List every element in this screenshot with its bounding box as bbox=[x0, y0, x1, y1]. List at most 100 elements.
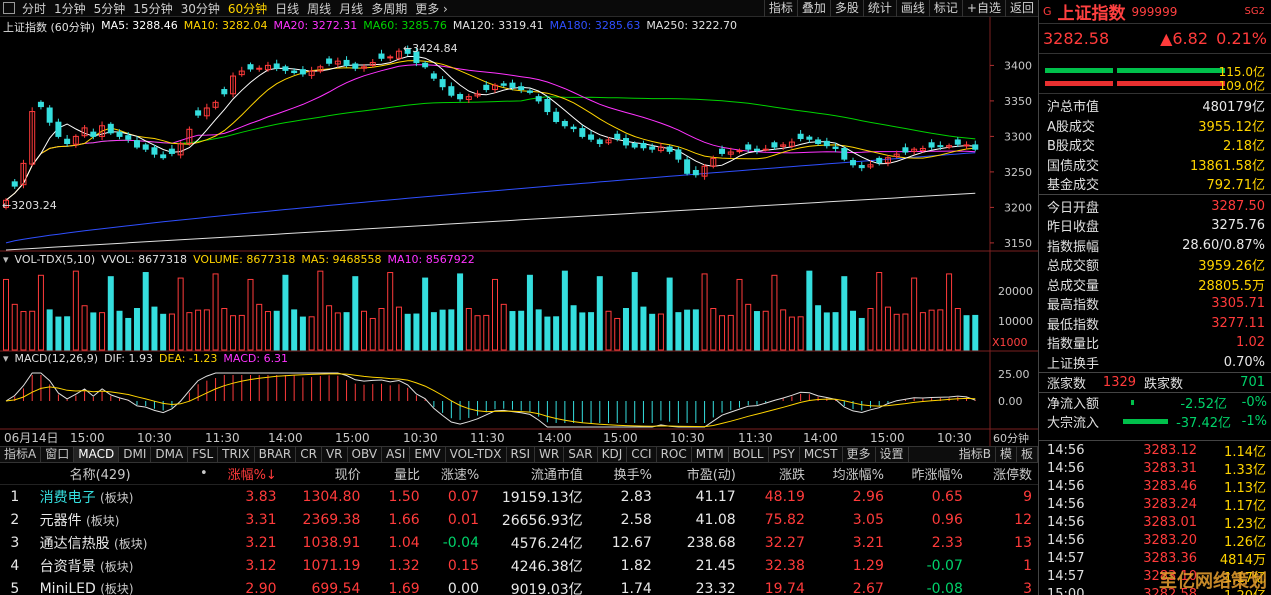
volume-bar bbox=[457, 273, 464, 351]
col-name[interactable]: 名称(429) bbox=[30, 464, 198, 483]
toolbar-button[interactable]: 多股 bbox=[829, 0, 863, 17]
period-tab[interactable]: 日线 bbox=[271, 0, 303, 17]
indicator-tabs: 指标A 窗口 MACD DMI DMA FSL TRIX BRAR CR VR OBV ASI EMV V… bbox=[0, 446, 1038, 463]
candlestick-chart[interactable]: 3400 3350 3300 3250 3200 3150 ←3424.84 ←3203.24… bbox=[0, 17, 1038, 447]
toolbar-button[interactable]: 叠加 bbox=[796, 0, 830, 17]
sector-name[interactable]: 通达信热股 bbox=[40, 536, 110, 552]
sector-name[interactable]: MiniLED bbox=[40, 581, 96, 595]
chart-area[interactable]: 上证指数 (60分钟) MA5: 3288.46 MA10: 3282.04 MA2… bbox=[0, 17, 1038, 447]
indicator-tab[interactable]: VR bbox=[322, 447, 348, 462]
volume-bar bbox=[753, 311, 760, 351]
period-tab[interactable]: 分时 bbox=[18, 0, 50, 17]
col-turnover[interactable]: 换手% bbox=[589, 464, 658, 483]
sector-name-cell[interactable]: MiniLED (板块) bbox=[30, 580, 198, 595]
indicator-tab[interactable]: CCI bbox=[627, 447, 657, 462]
bar-bottom-value: 109.0亿 bbox=[1218, 79, 1265, 93]
indicator-tab[interactable]: DMI bbox=[119, 447, 152, 462]
layout-grid-icon[interactable] bbox=[3, 2, 15, 14]
period-tab[interactable]: 多周期 bbox=[367, 0, 411, 17]
stat-row: 国债成交 13861.58亿 bbox=[1039, 155, 1271, 175]
col-prev-pct[interactable]: 昨涨幅% bbox=[890, 464, 969, 483]
period-tab[interactable]: 周线 bbox=[303, 0, 335, 17]
indicator-tab[interactable]: PSY bbox=[769, 447, 800, 462]
indicator-tab[interactable]: MCST bbox=[800, 447, 843, 462]
indicator-tab[interactable]: 指标A bbox=[0, 447, 42, 462]
period-tab[interactable]: 30分钟 bbox=[177, 0, 224, 17]
legend-item: MA5: 9468558 bbox=[301, 253, 382, 266]
stat-label: 上证换手 bbox=[1047, 356, 1100, 372]
toolbar-button[interactable]: 返回 bbox=[1004, 0, 1038, 17]
candle-body bbox=[37, 101, 44, 108]
toolbar-button[interactable]: +自选 bbox=[961, 0, 1005, 17]
toolbar-button[interactable]: 画线 bbox=[895, 0, 929, 17]
indicator-tab[interactable]: BOLL bbox=[729, 447, 769, 462]
indicator-tab[interactable]: ASI bbox=[382, 447, 411, 462]
indicator-tab[interactable]: DMA bbox=[151, 447, 189, 462]
candle-body bbox=[928, 142, 935, 148]
indicator-tab[interactable]: WR bbox=[535, 447, 565, 462]
col-change[interactable]: 涨跌 bbox=[742, 464, 811, 483]
collapse-icon[interactable]: ▾ bbox=[3, 352, 9, 365]
indicator-tab[interactable]: SAR bbox=[564, 447, 598, 462]
period-tab[interactable]: 60分钟 bbox=[224, 0, 271, 17]
volume-bar bbox=[107, 276, 114, 351]
indicator-tab[interactable]: ROC bbox=[657, 447, 692, 462]
time-label: 10:30 bbox=[937, 431, 972, 445]
indicator-tab[interactable]: KDJ bbox=[598, 447, 628, 462]
col-pe[interactable]: 市盈(动) bbox=[658, 464, 742, 483]
stat-value: 13861.58亿 bbox=[1189, 158, 1265, 174]
period-tab[interactable]: 月线 bbox=[335, 0, 367, 17]
indicator-tab[interactable]: TRIX bbox=[218, 447, 255, 462]
indicator-tab[interactable]: RSI bbox=[507, 447, 536, 462]
period-tab[interactable]: 1分钟 bbox=[50, 0, 90, 17]
volume-bar bbox=[561, 270, 568, 351]
col-pct[interactable]: 涨幅%↓ bbox=[214, 464, 283, 483]
col-avg-pct[interactable]: 均涨幅% bbox=[811, 464, 890, 483]
indicator-tab[interactable]: 指标B bbox=[955, 447, 996, 462]
col-price[interactable]: 现价 bbox=[283, 464, 367, 483]
indicator-tabs-right: 指标B 模板 bbox=[955, 447, 1038, 462]
col-volume-ratio[interactable]: 量比 bbox=[367, 464, 426, 483]
indicator-tab[interactable]: VOL-TDX bbox=[446, 447, 507, 462]
sector-name-cell[interactable]: 通达信热股 (板块) bbox=[30, 533, 198, 553]
legend-item: MA60: 3285.76 bbox=[363, 19, 447, 32]
indicator-tab[interactable]: MTM bbox=[692, 447, 729, 462]
col-limit-count[interactable]: 涨停数 bbox=[969, 464, 1038, 483]
indicator-tab[interactable]: 模 bbox=[996, 447, 1017, 462]
table-row[interactable]: 1 消费电子 (板块) 3.83 1304.80 1.50 0.07 19159.13亿 2.… bbox=[0, 485, 1038, 508]
candle-body bbox=[815, 139, 822, 144]
candle-body bbox=[64, 138, 71, 144]
sector-name[interactable]: 消费电子 bbox=[40, 490, 96, 506]
indicator-tab[interactable]: 更多 bbox=[843, 447, 876, 462]
toolbar-button[interactable]: 标记 bbox=[928, 0, 962, 17]
stat-row: 指数振幅 28.60/0.87% bbox=[1039, 236, 1271, 256]
indicator-tab[interactable]: BRAR bbox=[255, 447, 297, 462]
sector-name-cell[interactable]: 元器件 (板块) bbox=[30, 510, 198, 530]
sector-name[interactable]: 台资背景 bbox=[40, 559, 96, 575]
period-tab[interactable]: 15分钟 bbox=[129, 0, 176, 17]
table-row[interactable]: 3 通达信热股 (板块) 3.21 1038.91 1.04 -0.04 4576.24亿 1… bbox=[0, 531, 1038, 554]
table-row[interactable]: 4 台资背景 (板块) 3.12 1071.19 1.32 0.15 4246.38亿 1.8… bbox=[0, 554, 1038, 577]
indicator-tab[interactable]: EMV bbox=[410, 447, 446, 462]
toolbar-button[interactable]: 指标 bbox=[763, 0, 797, 17]
table-row[interactable]: 5 MiniLED (板块) 2.90 699.54 1.69 0.00 9019.03亿 1… bbox=[0, 577, 1038, 595]
col-speed[interactable]: 涨速% bbox=[426, 464, 485, 483]
indicator-tab[interactable]: CR bbox=[296, 447, 322, 462]
indicator-tab[interactable]: 窗口 bbox=[41, 447, 75, 462]
volume-bar bbox=[352, 276, 359, 351]
indicator-tab[interactable]: 板 bbox=[1017, 447, 1038, 462]
sector-name-cell[interactable]: 台资背景 (板块) bbox=[30, 556, 198, 576]
toolbar-button[interactable]: 统计 bbox=[862, 0, 896, 17]
collapse-icon[interactable]: ▾ bbox=[3, 253, 9, 266]
indicator-tab[interactable]: 设置 bbox=[876, 447, 909, 462]
indicator-tab[interactable]: OBV bbox=[348, 447, 383, 462]
indicator-tab[interactable]: MACD bbox=[74, 447, 120, 462]
table-row[interactable]: 2 元器件 (板块) 3.31 2369.38 1.66 0.01 26656.93亿 2.5… bbox=[0, 508, 1038, 531]
sector-name-cell[interactable]: 消费电子 (板块) bbox=[30, 487, 198, 507]
indicator-tab[interactable]: FSL bbox=[188, 447, 219, 462]
period-tab[interactable]: 更多 › bbox=[411, 0, 452, 17]
volume-bar bbox=[745, 303, 752, 351]
sector-name[interactable]: 元器件 bbox=[40, 513, 82, 529]
period-tab[interactable]: 5分钟 bbox=[90, 0, 130, 17]
col-market-value[interactable]: 流通市值 bbox=[485, 464, 589, 483]
